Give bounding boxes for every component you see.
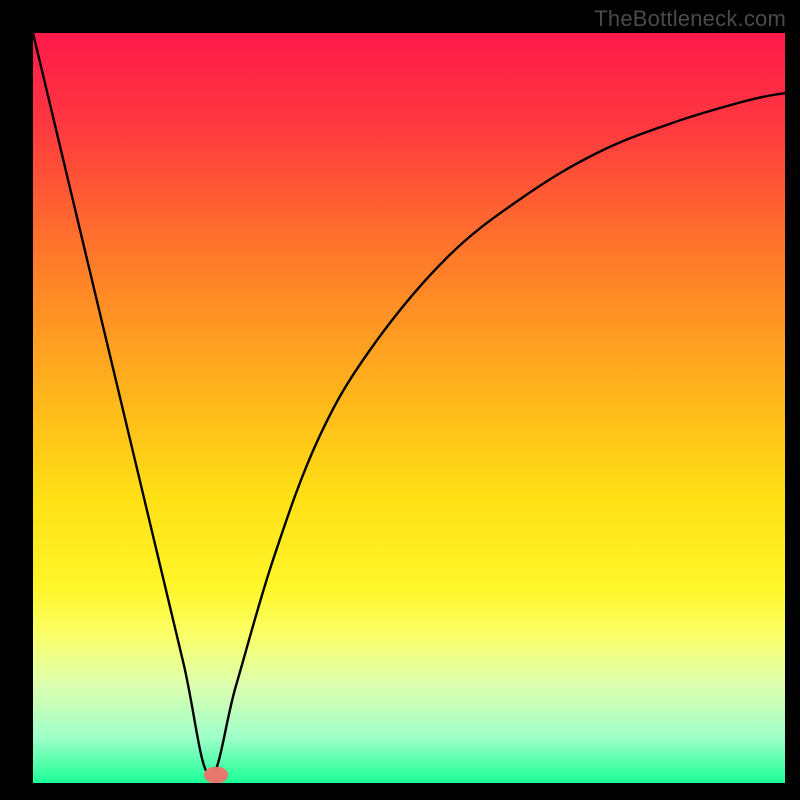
optimum-marker bbox=[204, 767, 228, 783]
bottleneck-curve bbox=[33, 33, 785, 783]
plot-area bbox=[33, 33, 785, 783]
watermark-text: TheBottleneck.com bbox=[594, 6, 786, 32]
